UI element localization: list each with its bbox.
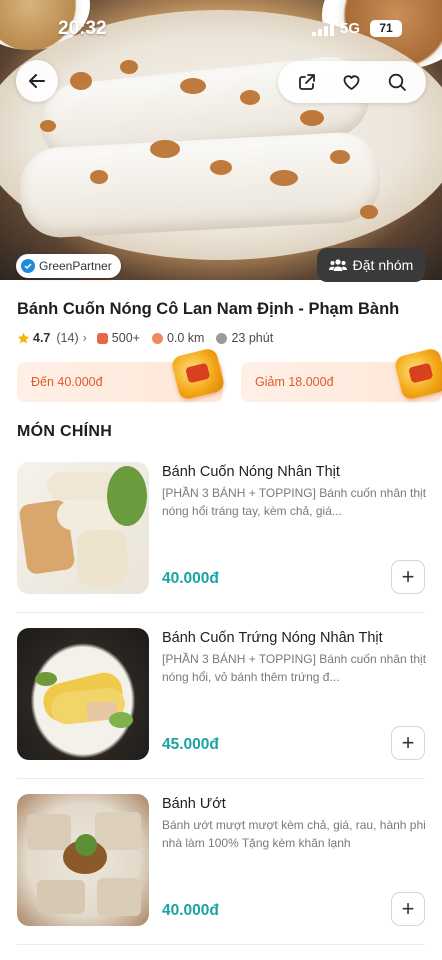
item-price: 45.000đ (162, 736, 219, 753)
fried-onion (180, 78, 206, 94)
fried-onion (270, 170, 298, 186)
item-name: Bánh Cuốn Trứng Nóng Nhân Thịt (162, 630, 383, 646)
status-bar: 20:32 5G 71 (0, 0, 442, 58)
promo-card[interactable]: Giảm 18.000đ (241, 347, 442, 402)
battery-icon: 71 (370, 20, 402, 37)
back-button[interactable] (16, 60, 58, 102)
add-to-cart-button[interactable]: + (391, 726, 425, 760)
divider (17, 944, 425, 945)
item-description: [PHẦN 3 BÁNH + TOPPING] Bánh cuốn nhân t… (162, 486, 427, 518)
orders-count: 500+ (111, 331, 140, 345)
search-button[interactable] (379, 64, 415, 100)
item-description: [PHẦN 3 BÁNH + TOPPING] Bánh cuốn nhân t… (162, 652, 427, 684)
clock-icon (216, 332, 228, 344)
add-to-cart-button[interactable]: + (391, 892, 425, 926)
menu-item[interactable]: Bánh Cuốn Trứng Nóng Nhân Thịt [PHẦN 3 B… (0, 628, 442, 794)
item-description: Bánh ướt mượt mượt kèm chả, giá, rau, hà… (162, 818, 426, 850)
gift-icon (393, 347, 442, 401)
menu-item[interactable]: Bánh Cuốn Nóng Nhân Thịt [PHẦN 3 BÁNH + … (0, 462, 442, 628)
network-type: 5G (340, 20, 361, 37)
fried-onion (240, 90, 260, 105)
gift-icon (170, 347, 226, 401)
rating-count[interactable]: (14) (56, 331, 78, 345)
item-photo (17, 794, 149, 926)
share-button[interactable] (289, 64, 325, 100)
divider (17, 778, 425, 779)
search-icon (389, 73, 407, 91)
arrow-left-icon (29, 74, 45, 88)
group-icon (328, 259, 347, 271)
fried-onion (330, 150, 350, 164)
signal-icon (312, 24, 334, 36)
fried-onion (360, 205, 378, 219)
favorite-button[interactable] (334, 64, 370, 100)
item-price: 40.000đ (162, 902, 219, 919)
header-actions (278, 61, 426, 103)
status-time: 20:32 (58, 18, 107, 39)
fried-onion (150, 140, 180, 158)
fried-onion (90, 170, 108, 184)
orders-icon (96, 332, 108, 344)
group-order-label: Đặt nhóm (352, 257, 414, 273)
item-photo (17, 628, 149, 760)
item-photo (17, 462, 149, 594)
fried-onion (120, 60, 138, 74)
item-name: Bánh Ướt (162, 796, 226, 812)
partner-label: GreenPartner (39, 259, 112, 273)
promo-card[interactable]: Đến 40.000đ (17, 347, 226, 402)
item-price: 40.000đ (162, 570, 219, 587)
share-icon (298, 74, 315, 90)
store-meta: 4.7 (14) › 500+ 0.0 km 23 phút (17, 331, 273, 345)
store-name: Bánh Cuốn Nóng Cô Lan Nam Định - Phạm Bà… (17, 300, 400, 318)
fried-onion (300, 110, 324, 126)
green-partner-badge: GreenPartner (16, 254, 121, 278)
item-name: Bánh Cuốn Nóng Nhân Thịt (162, 464, 340, 480)
fried-onion (40, 120, 56, 132)
rating-value: 4.7 (33, 331, 51, 345)
distance: 0.0 km (166, 331, 205, 345)
rice-roll-image (17, 130, 383, 240)
fried-onion (70, 72, 92, 90)
promo-label: Đến 40.000đ (31, 375, 103, 389)
divider (17, 612, 425, 613)
menu-item[interactable]: Bánh Ướt Bánh ướt mượt mượt kèm chả, giá… (0, 794, 442, 960)
heart-icon (344, 75, 360, 90)
add-to-cart-button[interactable]: + (391, 560, 425, 594)
fried-onion (210, 160, 232, 175)
location-pin-icon (151, 332, 163, 344)
check-badge-icon (21, 259, 35, 273)
group-order-button[interactable]: Đặt nhóm (317, 248, 425, 282)
star-icon (17, 332, 30, 343)
eta: 23 phút (231, 331, 274, 345)
chevron-right-icon[interactable]: › (83, 331, 87, 345)
promo-label: Giảm 18.000đ (255, 375, 334, 389)
section-title: MÓN CHÍNH (17, 423, 113, 440)
